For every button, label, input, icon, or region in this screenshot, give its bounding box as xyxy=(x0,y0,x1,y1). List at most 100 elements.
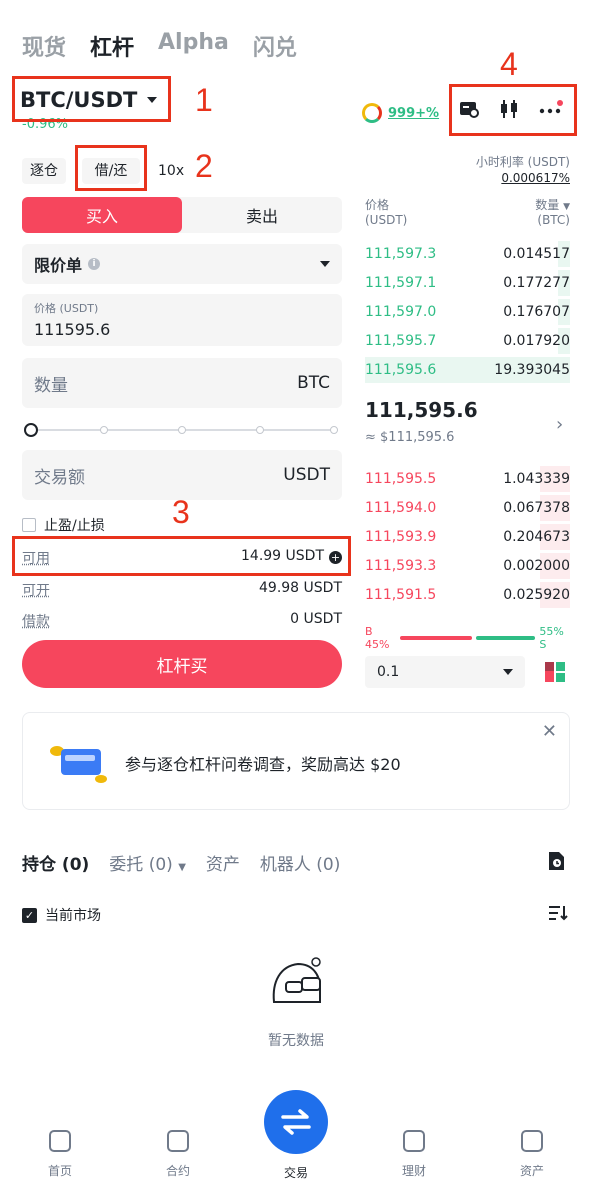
trade-button[interactable] xyxy=(264,1090,328,1154)
can-open-value: 49.98 USDT xyxy=(259,580,342,596)
hourly-rate-value[interactable]: 0.000617% xyxy=(501,171,570,185)
nav-assets-label: 资产 xyxy=(519,1164,544,1178)
banner-text: 参与逐仓杠杆问卷调查，奖励高达 $20 xyxy=(125,755,401,774)
bid-row[interactable]: 111,593.9 0.204673 xyxy=(365,523,570,551)
tpsl-checkbox[interactable] xyxy=(22,518,36,532)
nav-earn-label: 理财 xyxy=(401,1164,426,1178)
bid-qty: 0.002000 xyxy=(503,558,570,574)
close-icon[interactable]: ✕ xyxy=(542,721,557,742)
slider-tick-50[interactable] xyxy=(178,426,186,434)
bottom-nav: 首页 合约 交易 理财 资产 xyxy=(0,1090,592,1200)
orderbook-header: 价格 (USDT) 数量 ▼ (BTC) xyxy=(365,196,570,227)
margin-buy-button[interactable]: 杠杆买 xyxy=(22,640,342,688)
amount-input[interactable]: 交易额 USDT xyxy=(22,450,342,500)
ask-row[interactable]: 111,597.1 0.177277 xyxy=(365,269,570,297)
price-input[interactable]: 价格 (USDT) 111595.6 xyxy=(22,294,342,346)
buy-sell-ratio: B 45% 55% S xyxy=(365,625,570,651)
bid-row[interactable]: 111,594.0 0.067378 xyxy=(365,494,570,522)
tab-orders-label: 委托 (0) xyxy=(109,855,173,875)
tab-alpha[interactable]: Alpha xyxy=(158,30,229,62)
ask-price: 111,595.7 xyxy=(365,333,437,349)
isolated-mode-button[interactable]: 逐仓 xyxy=(22,158,66,184)
buy-tab[interactable]: 买入 xyxy=(22,197,182,233)
order-type-select[interactable]: 限价单 i xyxy=(22,244,342,284)
bid-qty: 0.025920 xyxy=(503,587,570,603)
quantity-input[interactable]: 数量 BTC xyxy=(22,358,342,408)
precision-value: 0.1 xyxy=(377,664,400,680)
annotation-box-2 xyxy=(75,145,147,191)
chart-icon xyxy=(167,1130,189,1152)
tab-holdings[interactable]: 持仓 (0) xyxy=(22,850,89,875)
nav-futures-label: 合约 xyxy=(165,1164,190,1178)
nav-futures[interactable]: 合约 xyxy=(148,1130,208,1179)
nav-assets[interactable]: 资产 xyxy=(502,1130,562,1179)
ob-qty-title-text: 数量 xyxy=(535,198,560,212)
nav-trade-label[interactable]: 交易 xyxy=(266,1164,326,1181)
ask-row[interactable]: 111,595.6 19.393045 xyxy=(365,356,570,384)
ask-row[interactable]: 111,597.0 0.176707 xyxy=(365,298,570,326)
tab-convert[interactable]: 闪兑 xyxy=(253,30,297,62)
chevron-down-icon xyxy=(320,261,330,267)
orderbook-layout-icon[interactable] xyxy=(543,660,567,684)
ob-qty-unit: (BTC) xyxy=(537,213,570,227)
sort-icon[interactable] xyxy=(548,904,568,922)
quantity-unit: BTC xyxy=(297,373,330,393)
bid-row[interactable]: 111,593.3 0.002000 xyxy=(365,552,570,580)
slider-tick-25[interactable] xyxy=(100,426,108,434)
last-price: 111,595.6 xyxy=(365,398,478,422)
leverage-button[interactable]: 10x xyxy=(150,158,192,184)
caret-down-icon: ▼ xyxy=(178,862,186,873)
current-market-filter[interactable]: ✓ 当前市场 xyxy=(22,905,101,925)
chevron-right-icon[interactable]: › xyxy=(556,414,563,435)
current-market-label: 当前市场 xyxy=(45,908,101,924)
history-icon[interactable] xyxy=(546,850,566,872)
nav-home[interactable]: 首页 xyxy=(30,1130,90,1179)
caret-down-icon: ▼ xyxy=(563,202,570,212)
precision-select[interactable]: 0.1 xyxy=(365,656,525,688)
annotation-label-3: 3 xyxy=(172,494,190,530)
promo-banner[interactable]: 参与逐仓杠杆问卷调查，奖励高达 $20 ✕ xyxy=(22,712,570,810)
loan-value: 0 USDT xyxy=(290,611,342,627)
tab-orders[interactable]: 委托 (0) ▼ xyxy=(109,850,186,875)
sell-tab[interactable]: 卖出 xyxy=(182,197,342,233)
nav-earn[interactable]: 理财 xyxy=(384,1130,444,1179)
tab-margin[interactable]: 杠杆 xyxy=(90,30,134,62)
top-tabs: 现货 杠杆 Alpha 闪兑 xyxy=(22,30,297,62)
coins-icon xyxy=(50,746,107,783)
sell-ratio-bar xyxy=(475,636,536,640)
ob-price-unit: (USDT) xyxy=(365,213,408,227)
ask-qty: 0.177277 xyxy=(503,275,570,291)
annotation-label-4: 4 xyxy=(500,46,518,82)
ask-row[interactable]: 111,595.7 0.017920 xyxy=(365,327,570,355)
ask-row[interactable]: 111,597.3 0.014517 xyxy=(365,240,570,268)
tab-bots[interactable]: 机器人 (0) xyxy=(260,850,340,875)
slider-tick-100[interactable] xyxy=(330,426,338,434)
sentiment-indicator[interactable]: 999+% xyxy=(362,103,439,123)
bid-row[interactable]: 111,591.5 0.025920 xyxy=(365,581,570,609)
buy-ratio-bar xyxy=(400,636,472,640)
slider-handle[interactable] xyxy=(24,423,38,437)
ask-price: 111,597.0 xyxy=(365,304,437,320)
price-value: 111595.6 xyxy=(34,320,111,339)
annotation-box-3 xyxy=(12,536,351,576)
slider-tick-75[interactable] xyxy=(256,426,264,434)
annotation-label-2: 2 xyxy=(195,148,213,184)
tpsl-label: 止盈/止损 xyxy=(44,518,105,534)
buy-ratio: B 45% xyxy=(365,625,390,651)
info-icon[interactable]: i xyxy=(88,258,101,270)
tab-assets[interactable]: 资产 xyxy=(206,850,240,875)
checkbox-checked-icon[interactable]: ✓ xyxy=(22,907,37,923)
can-open-label: 可开 xyxy=(22,583,50,599)
gauge-icon xyxy=(362,103,382,123)
loan-label: 借款 xyxy=(22,614,50,630)
ask-qty: 0.014517 xyxy=(503,246,570,262)
ask-qty: 0.176707 xyxy=(503,304,570,320)
positions-tabs: 持仓 (0) 委托 (0) ▼ 资产 机器人 (0) xyxy=(22,850,340,875)
bid-price: 111,594.0 xyxy=(365,500,437,516)
ob-qty-header[interactable]: 数量 ▼ (BTC) xyxy=(535,196,570,227)
bid-row[interactable]: 111,595.5 1.043339 xyxy=(365,465,570,493)
annotation-box-4 xyxy=(449,84,577,136)
tpsl-toggle[interactable]: 止盈/止损 xyxy=(22,515,105,535)
tab-spot[interactable]: 现货 xyxy=(22,30,66,62)
quantity-slider[interactable] xyxy=(24,423,338,437)
